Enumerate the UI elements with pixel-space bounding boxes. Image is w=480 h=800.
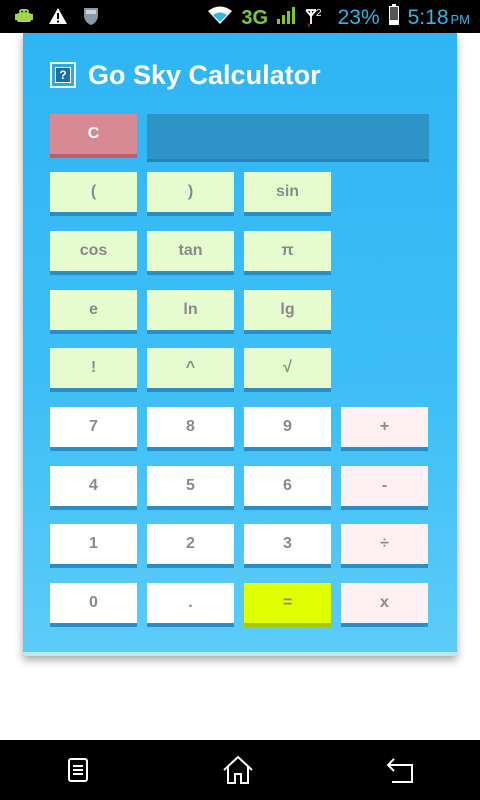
digit-5-button[interactable]: 5 — [147, 466, 234, 510]
svg-text:x: x — [307, 22, 311, 28]
decimal-button[interactable]: . — [147, 583, 234, 627]
signal-icon — [276, 5, 296, 30]
open-paren-button[interactable]: ( — [50, 172, 137, 216]
minus-button[interactable]: - — [341, 466, 428, 510]
plus-button[interactable]: + — [341, 407, 428, 451]
digit-7-button[interactable]: 7 — [50, 407, 137, 451]
ln-button[interactable]: ln — [147, 290, 234, 334]
shield-icon — [82, 6, 100, 31]
warning-icon — [48, 7, 68, 30]
help-glyph: ? — [55, 67, 71, 83]
digit-8-button[interactable]: 8 — [147, 407, 234, 451]
calculator-card: ? Go Sky Calculator C ( ) sin cos tan π … — [23, 33, 457, 656]
equals-button[interactable]: = — [244, 583, 331, 627]
network-type: 3G — [241, 6, 269, 29]
card-bottom-divider — [23, 652, 457, 656]
sin-button[interactable]: sin — [244, 172, 331, 216]
e-button[interactable]: e — [50, 290, 137, 334]
battery-percent: 23% — [337, 5, 380, 29]
back-icon[interactable] — [382, 752, 418, 788]
digit-9-button[interactable]: 9 — [244, 407, 331, 451]
digit-2-button[interactable]: 2 — [147, 524, 234, 568]
sqrt-button[interactable]: √ — [244, 348, 331, 392]
home-icon[interactable] — [220, 752, 256, 788]
clock-time: 5:18 — [407, 5, 449, 29]
close-paren-button[interactable]: ) — [147, 172, 234, 216]
power-button[interactable]: ^ — [147, 348, 234, 392]
clock: 5:18 PM — [408, 6, 470, 30]
multiply-button[interactable]: x — [341, 583, 428, 627]
digit-0-button[interactable]: 0 — [50, 583, 137, 627]
sim-signal-icon: x 2 — [304, 8, 322, 28]
clock-ampm: PM — [450, 11, 471, 27]
divide-button[interactable]: ÷ — [341, 524, 428, 568]
help-icon[interactable]: ? — [50, 62, 76, 88]
factorial-button[interactable]: ! — [50, 348, 137, 392]
wifi-icon — [207, 5, 233, 30]
sim-slot-label: 2 — [316, 7, 322, 19]
status-bar: 3G x 2 23% 5:18 PM — [0, 0, 480, 33]
menu-icon[interactable] — [60, 752, 96, 788]
title-row: ? Go Sky Calculator — [50, 57, 321, 93]
navigation-bar — [0, 740, 480, 800]
tan-button[interactable]: tan — [147, 231, 234, 275]
app-title: Go Sky Calculator — [88, 59, 321, 90]
calculator-display — [147, 114, 429, 162]
battery-icon — [388, 4, 400, 31]
cos-button[interactable]: cos — [50, 231, 137, 275]
digit-4-button[interactable]: 4 — [50, 466, 137, 510]
digit-6-button[interactable]: 6 — [244, 466, 331, 510]
digit-1-button[interactable]: 1 — [50, 524, 137, 568]
lg-button[interactable]: lg — [244, 290, 331, 334]
pi-button[interactable]: π — [244, 231, 331, 275]
digit-3-button[interactable]: 3 — [244, 524, 331, 568]
android-debug-icon — [14, 7, 34, 30]
clear-button[interactable]: C — [50, 114, 137, 158]
